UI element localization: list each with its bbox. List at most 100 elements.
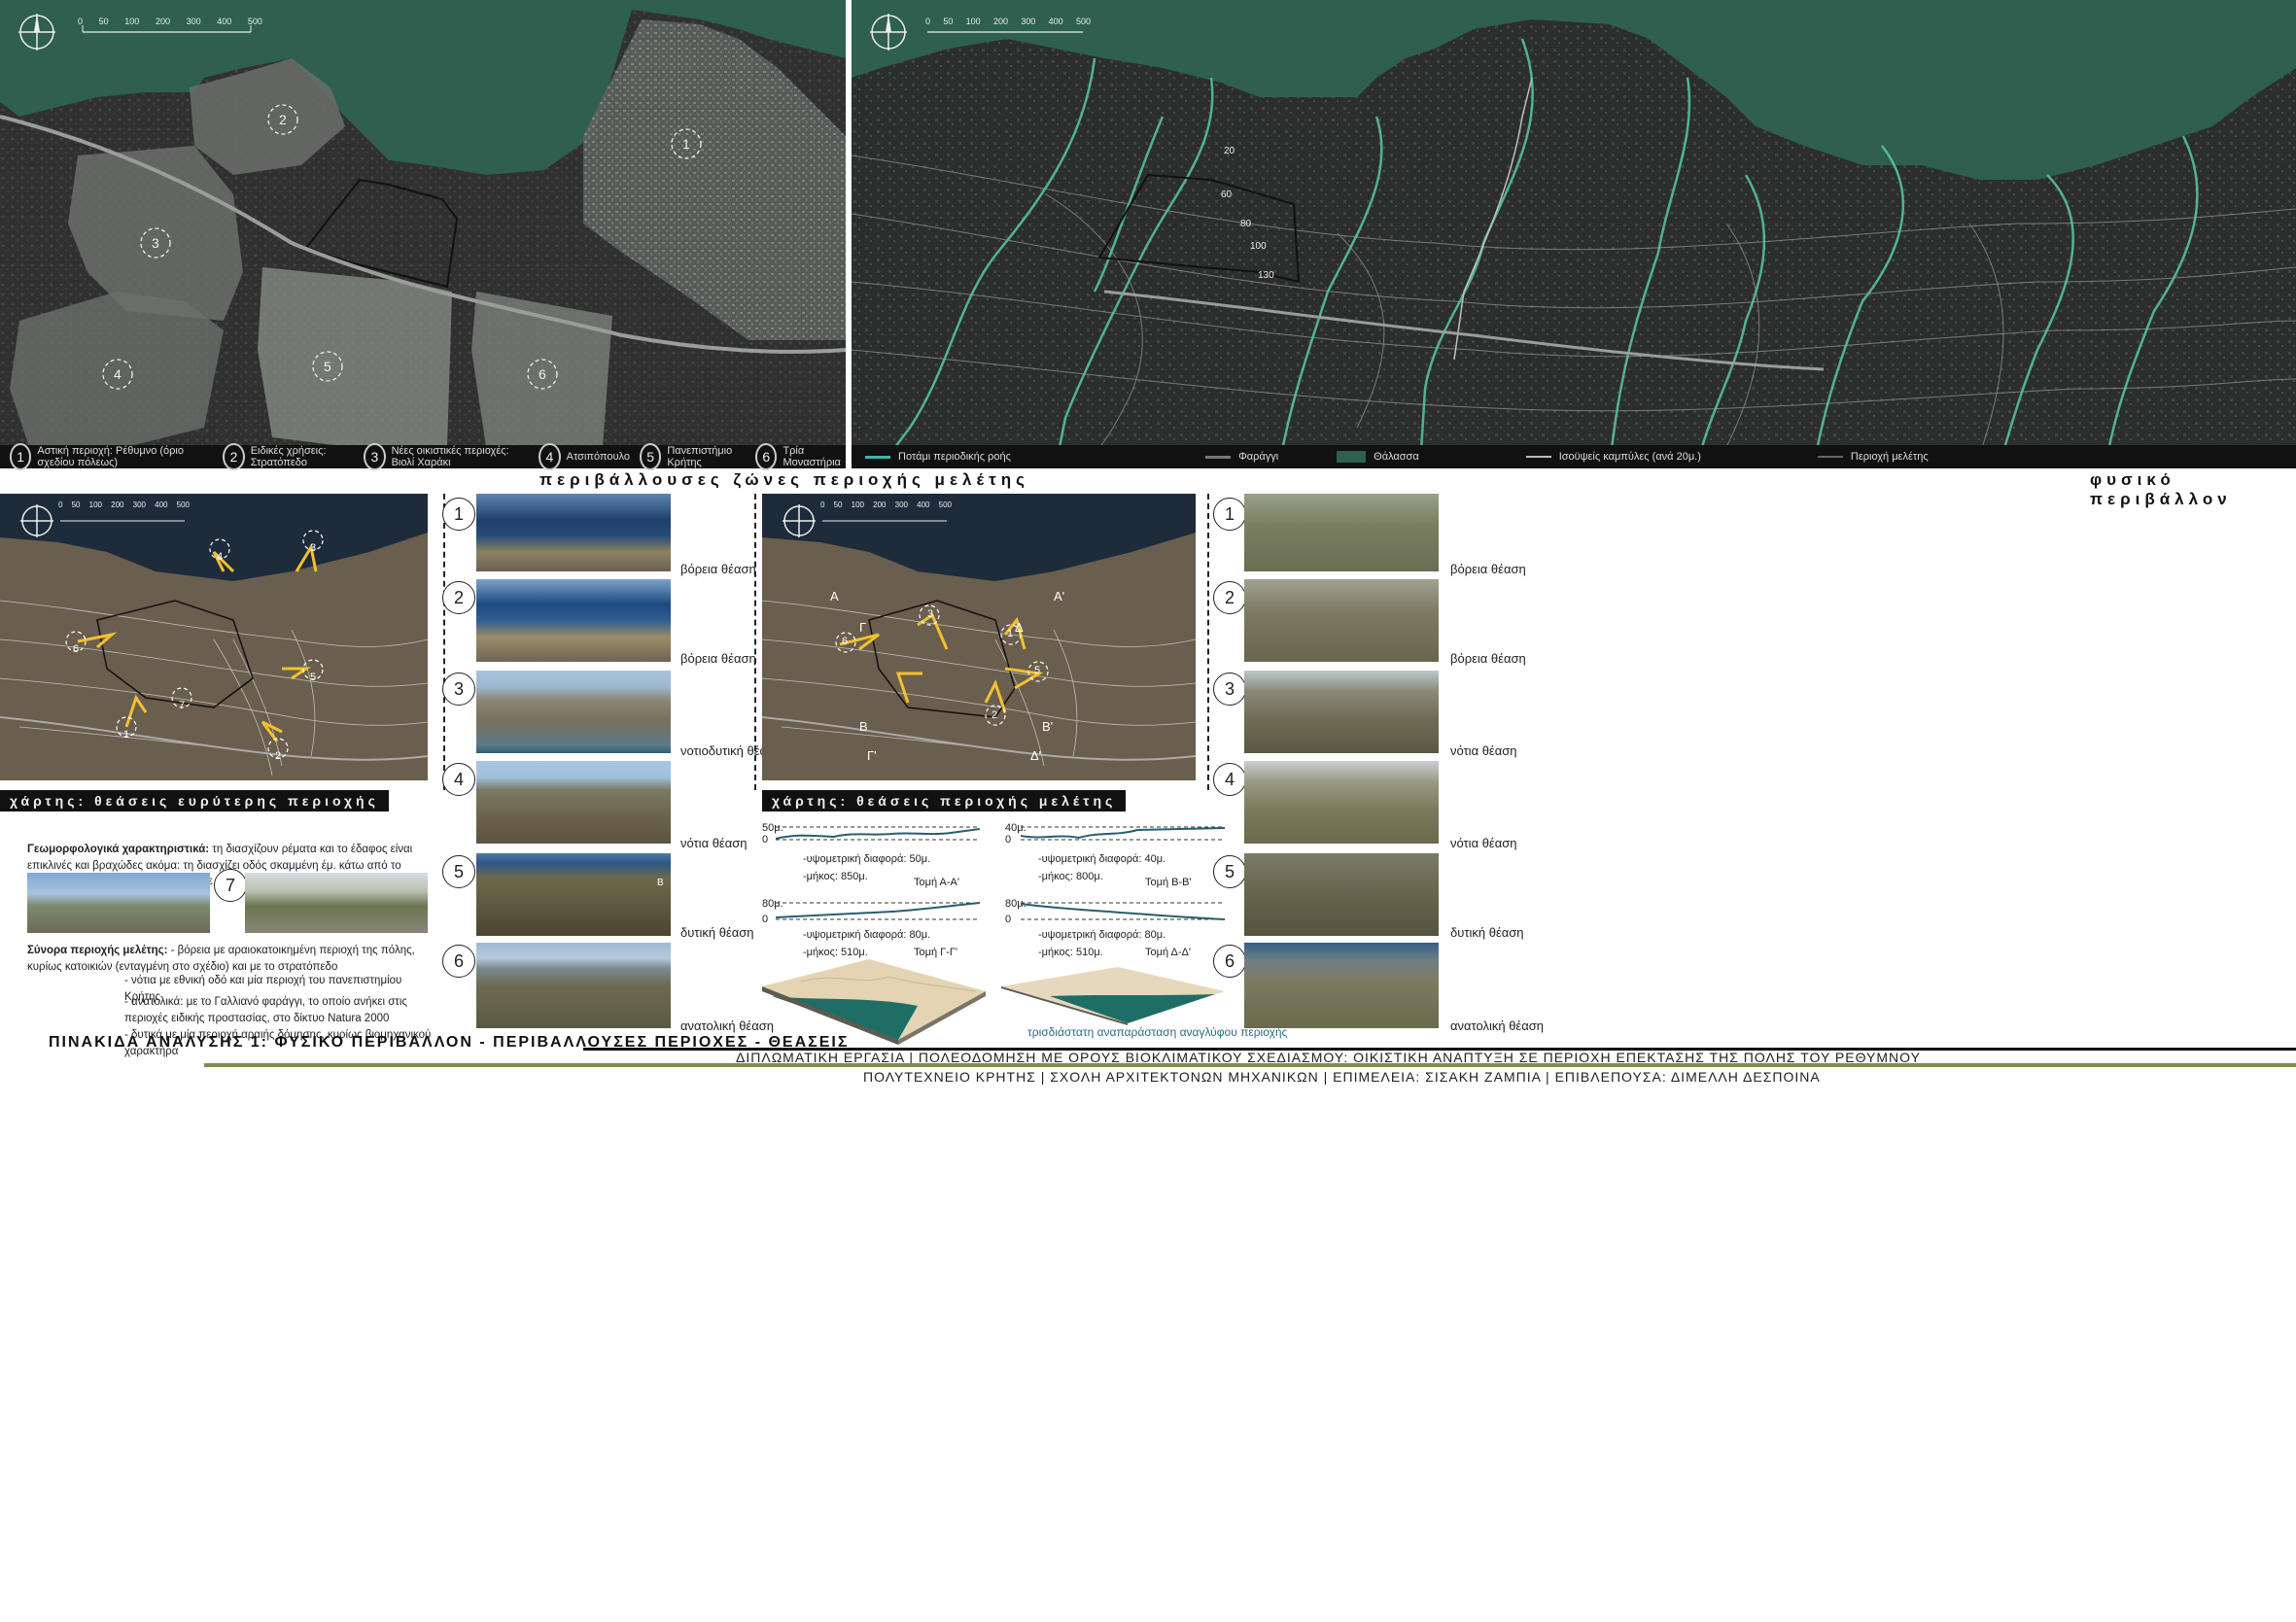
scale-tick: 100 <box>88 500 102 509</box>
section-letter: Γ <box>859 620 867 635</box>
section-profile-gg <box>776 902 980 920</box>
view-point-label: 2 <box>991 709 998 721</box>
legend-text: Θάλασσα <box>1374 451 1419 463</box>
natural-environment-map-graphic <box>852 0 2296 466</box>
scale-tick: 100 <box>124 17 140 26</box>
scale-tick: 100 <box>851 500 864 509</box>
photo-label: ανατολική θέαση <box>680 1018 774 1033</box>
photo-label: νότια θέαση <box>680 836 748 850</box>
view-photo-3 <box>476 671 671 753</box>
borders-title: Σύνορα περιοχής μελέτης: <box>27 945 168 956</box>
legend-num: 5 <box>639 443 662 470</box>
wider-area-views-caption: χάρτης: θεάσεις ευρύτερης περιοχής <box>0 790 389 811</box>
legend-num: 4 <box>539 443 561 470</box>
zone-marker: 2 <box>279 112 287 127</box>
scale-tick: 500 <box>1075 17 1091 26</box>
contour-label: 80 <box>1240 219 1252 229</box>
study-view-photo-2 <box>1244 579 1439 662</box>
scale-tick: 500 <box>247 17 262 26</box>
view-point-label: 5 <box>1034 665 1041 676</box>
school-line: ΠΟΛΥΤΕΧΝΕΙΟ ΚΡΗΤΗΣ | ΣΧΟΛΗ ΑΡΧΙΤΕΚΤΟΝΩΝ … <box>863 1069 1821 1085</box>
study-view-photo-4 <box>1244 761 1439 844</box>
photo-label: νότια θέαση <box>1450 743 1517 758</box>
section-profile-dd <box>1021 902 1225 920</box>
scale-tick: 200 <box>992 17 1008 26</box>
zone-marker: 5 <box>324 359 331 374</box>
scale-tick: 400 <box>155 500 168 509</box>
scale-tick: 300 <box>894 500 908 509</box>
divider-dashed-right <box>754 494 756 790</box>
scale-tick: 400 <box>917 500 930 509</box>
photo-number: 2 <box>1213 581 1246 614</box>
borders-text: Σύνορα περιοχής μελέτης: - βόρεια με αρα… <box>27 943 434 975</box>
scale-tick: 50 <box>98 17 109 26</box>
section-zero: 0 <box>1005 834 1012 846</box>
relief-model-right <box>1001 967 1225 1025</box>
photo-number: 6 <box>442 945 475 978</box>
photo-number: 3 <box>1213 673 1246 706</box>
zone-marker: 3 <box>152 235 159 251</box>
contour-label: 130 <box>1258 270 1274 281</box>
scale-tick: 0 <box>820 500 825 509</box>
section-name: Τομή Δ-Δ' <box>1145 947 1191 958</box>
scale-tick: 50 <box>833 500 843 509</box>
view-photo-5 <box>476 853 671 936</box>
photo-label: νότια θέαση <box>1450 836 1517 850</box>
view-point-label: 3 <box>310 542 317 554</box>
view-point-label: 5 <box>310 672 317 683</box>
photo-number-7: 7 <box>214 869 247 902</box>
natural-environment-title: φυσικό περιβάλλον <box>2090 470 2232 508</box>
section-zero: 0 <box>762 914 769 925</box>
section-diff: -υψομετρική διαφορά: 80μ. <box>803 929 931 941</box>
legend-text: Τρία Μοναστήρια <box>783 445 841 468</box>
section-letter: B <box>859 719 868 734</box>
legend-num: 3 <box>364 443 386 470</box>
section-length: -μήκος: 510μ. <box>1038 947 1103 958</box>
scale-tick: 400 <box>1048 17 1063 26</box>
scale-tick: 300 <box>186 17 201 26</box>
divider-dashed <box>443 494 445 790</box>
view-photo-1 <box>476 494 671 571</box>
photo-marker-b: B <box>657 878 664 888</box>
section-length: -μήκος: 850μ. <box>803 871 868 882</box>
study-area-views-map-graphic <box>762 494 1196 780</box>
scale-tick: 200 <box>873 500 887 509</box>
road-photo-left <box>27 873 210 933</box>
study-area-views-caption: χάρτης: θεάσεις περιοχής μελέτης <box>762 790 1127 811</box>
photo-label: βόρεια θέαση <box>680 562 756 576</box>
divider-dashed-right2 <box>1207 494 1209 790</box>
borders-line: - ανατολικά: με το Γαλλιανό φαράγγι, το … <box>124 996 407 1024</box>
photo-number: 1 <box>1213 498 1246 531</box>
section-diff: -υψομετρική διαφορά: 50μ. <box>803 853 931 865</box>
scale-tick: 200 <box>111 500 124 509</box>
scale-tick: 200 <box>155 17 170 26</box>
section-zero: 0 <box>1005 914 1012 925</box>
view-point-label: 4 <box>217 551 224 563</box>
scale-tick: 400 <box>217 17 232 26</box>
view-point-label: 3 <box>927 608 934 620</box>
section-letter: A <box>830 589 839 604</box>
wider-area-views-map-graphic <box>0 494 428 780</box>
photo-label: δυτική θέαση <box>680 925 754 940</box>
study-view-photo-5 <box>1244 853 1439 936</box>
legend-num: 6 <box>755 443 778 470</box>
relief-caption: τρισδιάστατη αναπαράσταση αναγλύφου περι… <box>1027 1025 1288 1039</box>
surrounding-zones-map-graphic <box>0 0 846 466</box>
photo-label: βόρεια θέαση <box>680 651 756 666</box>
legend-text: Ειδικές χρήσεις: Στρατόπεδο <box>250 445 327 468</box>
scale-bar-labels: 0 50 100 200 300 400 500 <box>78 17 262 26</box>
surrounding-zones-title: περιβάλλουσες ζώνες περιοχής μελέτης <box>539 470 1029 489</box>
photo-label: δυτική θέαση <box>1450 925 1524 940</box>
section-letter: A' <box>1054 589 1065 604</box>
scale-tick: 0 <box>925 17 931 26</box>
natural-environment-map: 0 50 100 200 300 400 500 20 60 80 100 13… <box>852 0 2296 466</box>
section-length: -μήκος: 800μ. <box>1038 871 1103 882</box>
section-letter: B' <box>1042 719 1054 734</box>
view-photo-4 <box>476 761 671 844</box>
legend-swatch-study-area <box>1817 456 1843 458</box>
legend-num: 2 <box>223 443 245 470</box>
photo-number: 3 <box>442 673 475 706</box>
study-view-photo-1 <box>1244 494 1439 571</box>
surrounding-zones-map: 0 50 100 200 300 400 500 1 2 3 4 5 6 <box>0 0 846 466</box>
contour-label: 100 <box>1250 241 1267 252</box>
